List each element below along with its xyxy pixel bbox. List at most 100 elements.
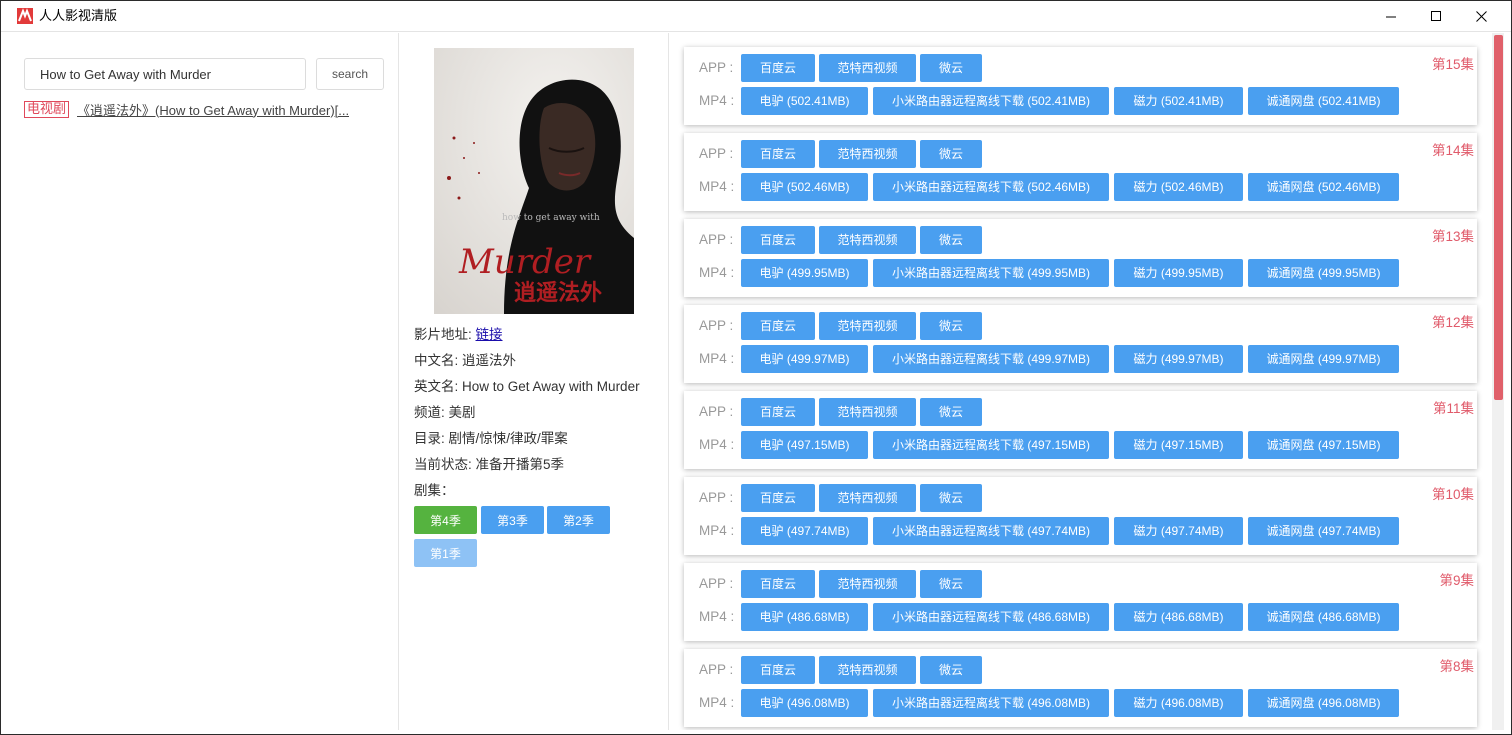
mp4-button-row: 电驴 (496.08MB) 小米路由器远程离线下载 (496.08MB) 磁力 (4… bbox=[741, 689, 1471, 717]
mp4-row-label: MP4 : bbox=[699, 523, 735, 538]
app-download-button[interactable]: 范特西视频 bbox=[819, 312, 916, 340]
close-button[interactable] bbox=[1458, 1, 1504, 32]
minimize-icon bbox=[1385, 16, 1396, 18]
mp4-download-button[interactable]: 电驴 (499.97MB) bbox=[741, 345, 868, 373]
mp4-button-row: 电驴 (497.74MB) 小米路由器远程离线下载 (497.74MB) 磁力 (4… bbox=[741, 517, 1471, 545]
app-download-button[interactable]: 微云 bbox=[920, 398, 982, 426]
app-download-button[interactable]: 微云 bbox=[920, 312, 982, 340]
title-bar[interactable]: 人人影视清版 bbox=[1, 1, 1511, 32]
window-title: 人人影视清版 bbox=[39, 9, 118, 24]
mp4-download-button[interactable]: 磁力 (496.08MB) bbox=[1114, 689, 1243, 717]
app-download-button[interactable]: 范特西视频 bbox=[819, 656, 916, 684]
mp4-download-button[interactable]: 小米路由器远程离线下载 (502.41MB) bbox=[873, 87, 1109, 115]
mp4-download-button[interactable]: 小米路由器远程离线下载 (499.97MB) bbox=[873, 345, 1109, 373]
app-download-button[interactable]: 微云 bbox=[920, 570, 982, 598]
episode-card: 第12集 APP : MP4 : 百度云 范特西视频 微云 电驴 (499.97MB) 小米路… bbox=[684, 305, 1477, 383]
mp4-download-button[interactable]: 磁力 (502.41MB) bbox=[1114, 87, 1243, 115]
mp4-download-button[interactable]: 诚通网盘 (497.15MB) bbox=[1248, 431, 1399, 459]
mp4-download-button[interactable]: 电驴 (486.68MB) bbox=[741, 603, 868, 631]
mp4-download-button[interactable]: 小米路由器远程离线下载 (497.15MB) bbox=[873, 431, 1109, 459]
app-download-button[interactable]: 范特西视频 bbox=[819, 570, 916, 598]
mp4-download-button[interactable]: 磁力 (497.74MB) bbox=[1114, 517, 1243, 545]
mp4-button-row: 电驴 (502.41MB) 小米路由器远程离线下载 (502.41MB) 磁力 (5… bbox=[741, 87, 1471, 115]
mp4-download-button[interactable]: 磁力 (497.15MB) bbox=[1114, 431, 1243, 459]
episodes-label: 剧集： bbox=[414, 483, 455, 498]
mp4-row-label: MP4 : bbox=[699, 179, 735, 194]
app-row-label: APP : bbox=[699, 662, 734, 677]
mp4-row-label: MP4 : bbox=[699, 93, 735, 108]
mp4-download-button[interactable]: 小米路由器远程离线下载 (497.74MB) bbox=[873, 517, 1109, 545]
mp4-download-button[interactable]: 小米路由器远程离线下载 (496.08MB) bbox=[873, 689, 1109, 717]
mp4-download-button[interactable]: 电驴 (497.15MB) bbox=[741, 431, 868, 459]
search-button[interactable]: search bbox=[316, 58, 384, 90]
season-2-button[interactable]: 第2季 bbox=[547, 506, 610, 534]
mp4-download-button[interactable]: 小米路由器远程离线下载 (502.46MB) bbox=[873, 173, 1109, 201]
app-download-button[interactable]: 百度云 bbox=[741, 140, 815, 168]
mp4-download-button[interactable]: 电驴 (502.41MB) bbox=[741, 87, 868, 115]
mp4-download-button[interactable]: 诚通网盘 (502.46MB) bbox=[1248, 173, 1399, 201]
mp4-download-button[interactable]: 小米路由器远程离线下载 (486.68MB) bbox=[873, 603, 1109, 631]
app-download-button[interactable]: 百度云 bbox=[741, 484, 815, 512]
app-download-button[interactable]: 范特西视频 bbox=[819, 54, 916, 82]
app-download-button[interactable]: 微云 bbox=[920, 226, 982, 254]
app-download-button[interactable]: 范特西视频 bbox=[819, 398, 916, 426]
app-button-row: 百度云 范特西视频 微云 bbox=[741, 226, 1471, 254]
season-4-button[interactable]: 第4季 bbox=[414, 506, 477, 534]
maximize-button[interactable] bbox=[1413, 1, 1459, 32]
app-row-label: APP : bbox=[699, 490, 734, 505]
app-button-row: 百度云 范特西视频 微云 bbox=[741, 54, 1471, 82]
app-button-row: 百度云 范特西视频 微云 bbox=[741, 484, 1471, 512]
mp4-button-row: 电驴 (499.95MB) 小米路由器远程离线下载 (499.95MB) 磁力 (4… bbox=[741, 259, 1471, 287]
app-button-row: 百度云 范特西视频 微云 bbox=[741, 656, 1471, 684]
mp4-download-button[interactable]: 磁力 (499.95MB) bbox=[1114, 259, 1243, 287]
app-download-button[interactable]: 百度云 bbox=[741, 54, 815, 82]
season-3-button[interactable]: 第3季 bbox=[481, 506, 544, 534]
app-download-button[interactable]: 微云 bbox=[920, 656, 982, 684]
app-download-button[interactable]: 百度云 bbox=[741, 570, 815, 598]
app-download-button[interactable]: 百度云 bbox=[741, 656, 815, 684]
episode-list[interactable]: 第15集 APP : MP4 : 百度云 范特西视频 微云 电驴 (502.41MB) 小米路… bbox=[671, 33, 1491, 730]
mp4-download-button[interactable]: 诚通网盘 (496.08MB) bbox=[1248, 689, 1399, 717]
app-download-button[interactable]: 微云 bbox=[920, 484, 982, 512]
mp4-download-button[interactable]: 电驴 (502.46MB) bbox=[741, 173, 868, 201]
result-title-link[interactable]: 《逍遥法外》(How to Get Away with Murder)[... bbox=[77, 100, 349, 118]
episode-card: 第13集 APP : MP4 : 百度云 范特西视频 微云 电驴 (499.95MB) 小米路… bbox=[684, 219, 1477, 297]
mp4-download-button[interactable]: 小米路由器远程离线下载 (499.95MB) bbox=[873, 259, 1109, 287]
mp4-button-row: 电驴 (502.46MB) 小米路由器远程离线下载 (502.46MB) 磁力 (5… bbox=[741, 173, 1471, 201]
app-download-button[interactable]: 百度云 bbox=[741, 226, 815, 254]
show-status: 当前状态: 准备开播第5季 bbox=[414, 457, 565, 472]
episode-card: 第15集 APP : MP4 : 百度云 范特西视频 微云 电驴 (502.41MB) 小米路… bbox=[684, 47, 1477, 125]
mp4-download-button[interactable]: 磁力 (486.68MB) bbox=[1114, 603, 1243, 631]
mp4-download-button[interactable]: 电驴 (499.95MB) bbox=[741, 259, 868, 287]
mp4-download-button[interactable]: 电驴 (496.08MB) bbox=[741, 689, 868, 717]
app-download-button[interactable]: 范特西视频 bbox=[819, 140, 916, 168]
mp4-row-label: MP4 : bbox=[699, 695, 735, 710]
season-1-button[interactable]: 第1季 bbox=[414, 539, 477, 567]
app-download-button[interactable]: 范特西视频 bbox=[819, 484, 916, 512]
poster-image: how to get away with Murder 逍遥法外 bbox=[434, 48, 634, 314]
mp4-download-button[interactable]: 诚通网盘 (486.68MB) bbox=[1248, 603, 1399, 631]
mp4-download-button[interactable]: 磁力 (502.46MB) bbox=[1114, 173, 1243, 201]
app-download-button[interactable]: 微云 bbox=[920, 140, 982, 168]
search-result-item[interactable]: 电视剧 《逍遥法外》(How to Get Away with Murder)[… bbox=[24, 100, 384, 118]
show-url-link[interactable]: 链接 bbox=[476, 327, 503, 342]
mp4-download-button[interactable]: 诚通网盘 (497.74MB) bbox=[1248, 517, 1399, 545]
mp4-download-button[interactable]: 电驴 (497.74MB) bbox=[741, 517, 868, 545]
mp4-row-label: MP4 : bbox=[699, 609, 735, 624]
app-row-label: APP : bbox=[699, 404, 734, 419]
app-download-button[interactable]: 百度云 bbox=[741, 312, 815, 340]
show-cn-name: 中文名: 逍遥法外 bbox=[414, 353, 517, 368]
mp4-download-button[interactable]: 诚通网盘 (502.41MB) bbox=[1248, 87, 1399, 115]
episode-list-scrollbar[interactable] bbox=[1492, 33, 1504, 730]
mp4-download-button[interactable]: 诚通网盘 (499.95MB) bbox=[1248, 259, 1399, 287]
scrollbar-thumb[interactable] bbox=[1494, 35, 1503, 400]
mp4-download-button[interactable]: 磁力 (499.97MB) bbox=[1114, 345, 1243, 373]
mp4-download-button[interactable]: 诚通网盘 (499.97MB) bbox=[1248, 345, 1399, 373]
minimize-button[interactable] bbox=[1368, 1, 1414, 32]
app-download-button[interactable]: 微云 bbox=[920, 54, 982, 82]
mp4-button-row: 电驴 (486.68MB) 小米路由器远程离线下载 (486.68MB) 磁力 (4… bbox=[741, 603, 1471, 631]
app-download-button[interactable]: 范特西视频 bbox=[819, 226, 916, 254]
app-window: 人人影视清版 search 电视剧 《逍遥法外》(How to Get Away… bbox=[0, 0, 1512, 735]
search-input[interactable] bbox=[24, 58, 306, 90]
app-download-button[interactable]: 百度云 bbox=[741, 398, 815, 426]
